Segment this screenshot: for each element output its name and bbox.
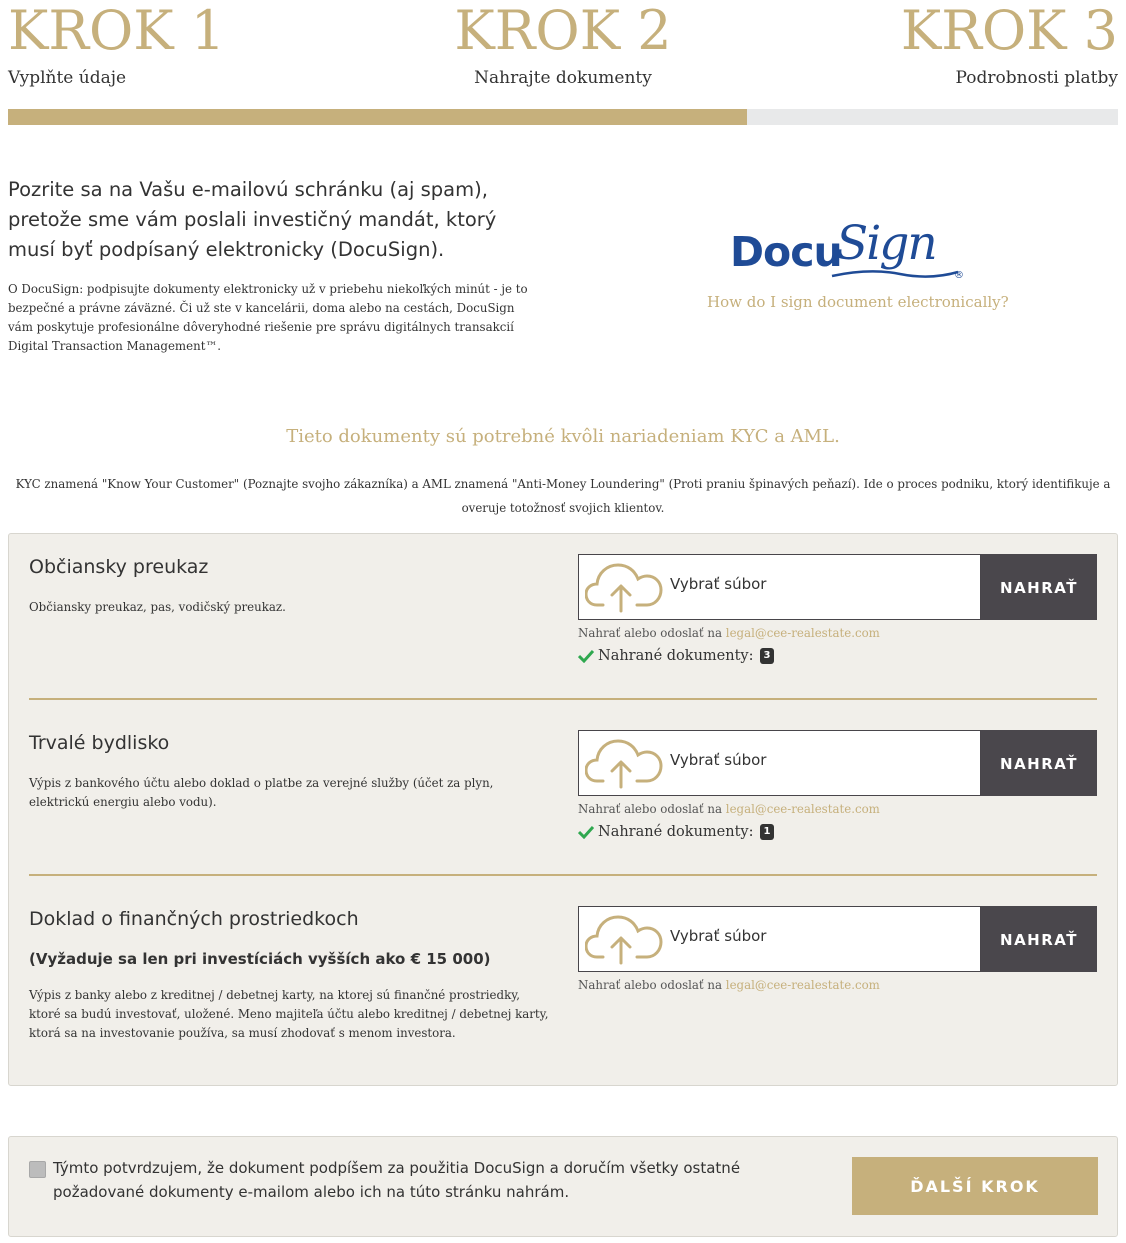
step-3-number: KROK 3 [900,0,1118,62]
upload-widget: Vybrať súbor NAHRAŤ [578,730,1097,796]
document-proof-of-funds: Doklad o finančných prostriedkoch (Vyžad… [29,906,1097,1043]
step-1: KROK 1 Vyplňte údaje [8,0,225,88]
step-1-number: KROK 1 [8,0,226,62]
upload-button[interactable]: NAHRAŤ [981,906,1097,972]
how-to-sign-link[interactable]: How do I sign document electronically? [707,293,1009,311]
upload-or-email: Nahrať alebo odoslať na legal@cee-reales… [578,802,880,816]
cloud-upload-icon [585,739,663,789]
uploaded-label: Nahrané dokumenty: [598,648,754,664]
confirm-text: Týmto potvrdzujem, že dokument podpíšem … [53,1159,741,1201]
docusign-logo: Docu Sign ® [730,216,970,288]
docusign-registered-mark: ® [954,270,964,281]
document-id-card: Občiansky preukaz Občiansky preukaz, pas… [29,554,1097,664]
step-2-number: KROK 2 [454,0,672,62]
upload-button[interactable]: NAHRAŤ [981,554,1097,620]
file-chooser[interactable]: Vybrať súbor [578,554,981,620]
upload-button[interactable]: NAHRAŤ [981,730,1097,796]
step-1-label: Vyplňte údaje [8,68,127,88]
progress-bar [8,109,1118,125]
upload-or-email: Nahrať alebo odoslať na legal@cee-reales… [578,626,880,640]
document-description: Výpis z banky alebo z kreditnej / debetn… [29,988,549,1040]
uploaded-documents: Nahrané dokumenty: 1 [578,824,775,840]
kyc-text: KYC znamená "Know Your Customer" (Poznaj… [15,477,1111,515]
docusign-swoosh-icon [831,270,959,278]
file-chooser[interactable]: Vybrať súbor [578,906,981,972]
checkmark-icon [578,825,594,839]
legal-email-link[interactable]: legal@cee-realestate.com [726,802,880,816]
checkmark-icon [578,649,594,663]
step-2: KROK 2 Nahrajte dokumenty [440,0,686,88]
step-2-label: Nahrajte dokumenty [474,68,652,88]
cloud-upload-icon [585,915,663,965]
docusign-logo-docu: Docu [730,228,843,276]
document-permanent-residence: Trvalé bydlisko Výpis z bankového účtu a… [29,730,1097,840]
uploaded-label: Nahrané dokumenty: [598,824,754,840]
section-divider [29,698,1097,700]
upload-widget: Vybrať súbor NAHRAŤ [578,906,1097,972]
intro-title: Pozrite sa na Vašu e-mailovú schránku (a… [8,178,497,261]
legal-email-link[interactable]: legal@cee-realestate.com [726,626,880,640]
document-description: Výpis z bankového účtu alebo doklad o pl… [29,776,494,809]
step-3: KROK 3 Podrobnosti platby [901,0,1118,88]
progress-fill [8,109,748,125]
uploaded-count-badge: 3 [759,648,775,664]
upload-or-email-prefix: Nahrať alebo odoslať na [578,978,723,992]
confirm-checkbox[interactable] [29,1161,46,1178]
upload-or-email-prefix: Nahrať alebo odoslať na [578,626,723,640]
intro-text: O DocuSign: podpisujte dokumenty elektro… [8,282,528,353]
step-3-label: Podrobnosti platby [955,68,1118,88]
documents-panel: Občiansky preukaz Občiansky preukaz, pas… [8,533,1118,1086]
next-step-button[interactable]: ĎALŠÍ KROK [852,1157,1098,1215]
kyc-title: Tieto dokumenty sú potrebné kvôli nariad… [286,426,840,447]
uploaded-documents: Nahrané dokumenty: 3 [578,648,775,664]
legal-email-link[interactable]: legal@cee-realestate.com [726,978,880,992]
choose-file-label: Vybrať súbor [670,751,767,769]
uploaded-count-badge: 1 [759,824,775,840]
cloud-upload-icon [585,563,663,613]
section-divider [29,874,1097,876]
document-description: Občiansky preukaz, pas, vodičský preukaz… [29,600,286,614]
choose-file-label: Vybrať súbor [670,927,767,945]
docusign-logo-sign: Sign [836,216,938,271]
choose-file-label: Vybrať súbor [670,575,767,593]
confirmation-panel: Týmto potvrdzujem, že dokument podpíšem … [8,1136,1118,1237]
upload-widget: Vybrať súbor NAHRAŤ [578,554,1097,620]
upload-or-email: Nahrať alebo odoslať na legal@cee-reales… [578,978,880,992]
upload-or-email-prefix: Nahrať alebo odoslať na [578,802,723,816]
file-chooser[interactable]: Vybrať súbor [578,730,981,796]
